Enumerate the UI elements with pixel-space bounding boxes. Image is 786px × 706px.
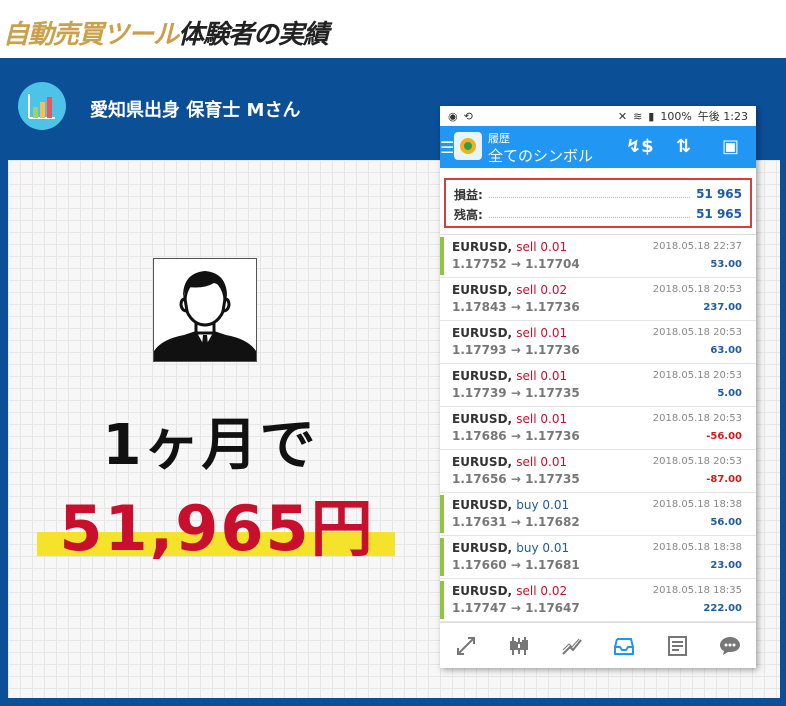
bar-chart-icon <box>18 82 66 130</box>
trade-row[interactable]: EURUSD, sell 0.02 1.17843 → 1.17736 2018… <box>440 278 756 321</box>
profit-row: 損益: 51 965 <box>454 185 742 203</box>
metatrader-logo-icon <box>454 132 482 160</box>
avatar <box>153 258 257 362</box>
trade-row[interactable]: EURUSD, sell 0.01 1.17793 → 1.17736 2018… <box>440 321 756 364</box>
wifi-icon: ≋ <box>633 109 643 123</box>
calendar-icon[interactable]: ▣ <box>722 136 739 157</box>
bottom-nav <box>440 622 756 668</box>
news-icon[interactable] <box>661 630 693 662</box>
trade-row[interactable]: EURUSD, sell 0.01 1.17686 → 1.17736 2018… <box>440 407 756 450</box>
currency-sort-icon[interactable]: ↯$ <box>626 136 654 157</box>
headline-part2: 体験者の実績 <box>178 19 329 50</box>
balance-row: 残高: 51 965 <box>454 205 742 223</box>
trade-row[interactable]: EURUSD, sell 0.01 1.17739 → 1.17735 2018… <box>440 364 756 407</box>
clock: 午後 1:23 <box>697 110 748 123</box>
trade-row[interactable]: EURUSD, buy 0.01 1.17660 → 1.17681 2018.… <box>440 536 756 579</box>
trade-row[interactable]: EURUSD, sell 0.01 1.17752 → 1.17704 2018… <box>440 235 756 278</box>
trade-icon[interactable] <box>556 630 588 662</box>
app-bar: ☰ 履歴 全てのシンボル ↯$ ⇅ ▣ <box>440 126 756 168</box>
trade-list: EURUSD, sell 0.01 1.17752 → 1.17704 2018… <box>440 234 756 622</box>
profile-name: 愛知県出身 保育士 Mさん <box>90 100 301 121</box>
profit-label: 損益: <box>454 187 483 202</box>
chat-icon[interactable] <box>714 630 746 662</box>
status-bar: ◉ ⟲ ✕ ≋ ▮ 100% 午後 1:23 <box>440 106 756 126</box>
headline-part1: 自動売買ツール <box>3 19 179 50</box>
trade-row[interactable]: EURUSD, sell 0.01 1.17656 → 1.17735 2018… <box>440 450 756 493</box>
battery-level: 100% <box>660 109 692 123</box>
trade-row[interactable]: EURUSD, buy 0.01 1.17631 → 1.17682 2018.… <box>440 493 756 536</box>
profit-amount: 51,965円 <box>59 492 375 565</box>
balance-value: 51 965 <box>696 207 742 221</box>
profit-value: 51 965 <box>696 187 742 201</box>
menu-icon[interactable]: ☰ <box>440 138 454 157</box>
sort-icon[interactable]: ⇅ <box>676 136 691 157</box>
period-text: 1ヶ月で <box>102 413 318 478</box>
symbol-selector[interactable]: 全てのシンボル <box>488 145 593 166</box>
mute-icon: ✕ <box>617 109 628 123</box>
chart-icon[interactable] <box>503 630 535 662</box>
summary-box: 損益: 51 965 残高: 51 965 <box>444 178 752 228</box>
trade-row[interactable]: EURUSD, sell 0.02 1.17747 → 1.17647 2018… <box>440 579 756 622</box>
amount-block: 51,965円 <box>37 478 397 565</box>
app-subtitle: 履歴 <box>488 132 510 145</box>
line-app-icon: ◉ <box>448 109 458 123</box>
phone-screenshot: ◉ ⟲ ✕ ≋ ▮ 100% 午後 1:23 ☰ 履歴 全てのシンボル ↯$ ⇅… <box>440 106 756 668</box>
quotes-icon[interactable] <box>450 630 482 662</box>
sync-icon: ⟲ <box>463 109 473 123</box>
headline: 自動売買ツール 体験者の実績 <box>3 12 329 52</box>
balance-label: 残高: <box>454 207 483 222</box>
page: 自動売買ツール 体験者の実績 愛知県出身 保育士 Mさん 1ヶ月で 51,965… <box>0 0 786 706</box>
signal-icon: ▮ <box>648 109 655 123</box>
history-icon[interactable] <box>608 630 640 662</box>
